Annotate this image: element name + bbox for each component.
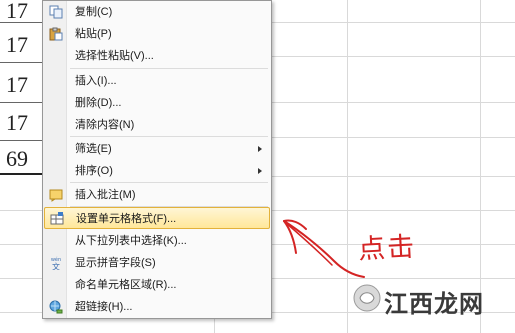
menu-item-label: 清除内容(N) <box>75 119 135 131</box>
menu-item-pick-from-list[interactable]: 从下拉列表中选择(K)... <box>44 230 270 252</box>
paste-icon <box>49 27 63 41</box>
menu-item-label: 命名单元格区域(R)... <box>75 279 177 291</box>
menu-item-paste-special[interactable]: 选择性粘贴(V)... <box>44 45 270 67</box>
menu-item-label: 从下拉列表中选择(K)... <box>75 235 187 247</box>
context-menu: 复制(C) 粘贴(P) 选择性粘贴(V)... 插入(I)... 删除(D)..… <box>42 0 272 319</box>
submenu-arrow-icon <box>258 146 262 152</box>
annotation-click-label: 点击 <box>357 231 417 266</box>
menu-item-label: 设置单元格格式(F)... <box>76 213 177 225</box>
gridline <box>272 137 515 138</box>
gridline <box>272 176 515 177</box>
menu-item-filter[interactable]: 筛选(E) <box>44 138 270 160</box>
menu-item-label: 复制(C) <box>75 6 113 18</box>
menu-separator <box>70 136 268 137</box>
gridline <box>272 56 515 57</box>
copy-icon <box>49 5 63 19</box>
menu-item-label: 删除(D)... <box>75 97 122 109</box>
screenshot-root: 17 17 17 17 69 复制(C) 粘贴(P) 选择性粘贴(V)... 插… <box>0 0 515 333</box>
watermark-text: 江西龙网 <box>384 290 484 318</box>
menu-item-label: 筛选(E) <box>75 143 112 155</box>
menu-item-copy[interactable]: 复制(C) <box>44 1 270 23</box>
menu-item-label: 超链接(H)... <box>75 301 133 313</box>
menu-item-hyperlink[interactable]: 超链接(H)... <box>44 296 270 318</box>
menu-item-insert-comment[interactable]: 插入批注(M) <box>44 184 270 206</box>
menu-item-label: 显示拼音字段(S) <box>75 257 156 269</box>
menu-item-label: 选择性粘贴(V)... <box>75 50 154 62</box>
gridline <box>272 102 515 103</box>
menu-item-label: 粘贴(P) <box>75 28 112 40</box>
menu-separator <box>70 182 268 183</box>
menu-item-delete[interactable]: 删除(D)... <box>44 92 270 114</box>
menu-item-label: 插入(I)... <box>75 75 117 87</box>
comment-icon <box>49 188 63 202</box>
phonetic-icon: wén 文 <box>49 256 63 272</box>
menu-item-define-name[interactable]: 命名单元格区域(R)... <box>44 274 270 296</box>
svg-text:文: 文 <box>52 262 60 271</box>
submenu-arrow-icon <box>258 168 262 174</box>
watermark-logo-icon <box>353 284 381 312</box>
menu-item-sort[interactable]: 排序(O) <box>44 160 270 182</box>
gridline <box>272 22 515 23</box>
menu-separator <box>70 68 268 69</box>
format-cells-icon <box>50 212 64 226</box>
menu-item-clear-contents[interactable]: 清除内容(N) <box>44 114 270 136</box>
menu-item-paste[interactable]: 粘贴(P) <box>44 23 270 45</box>
menu-item-insert[interactable]: 插入(I)... <box>44 70 270 92</box>
hyperlink-icon <box>49 300 63 314</box>
menu-item-format-cells[interactable]: 设置单元格格式(F)... <box>44 207 270 229</box>
menu-item-label: 插入批注(M) <box>75 189 136 201</box>
menu-item-show-phonetic[interactable]: wén 文 显示拼音字段(S) <box>44 252 270 274</box>
menu-item-label: 排序(O) <box>75 165 113 177</box>
